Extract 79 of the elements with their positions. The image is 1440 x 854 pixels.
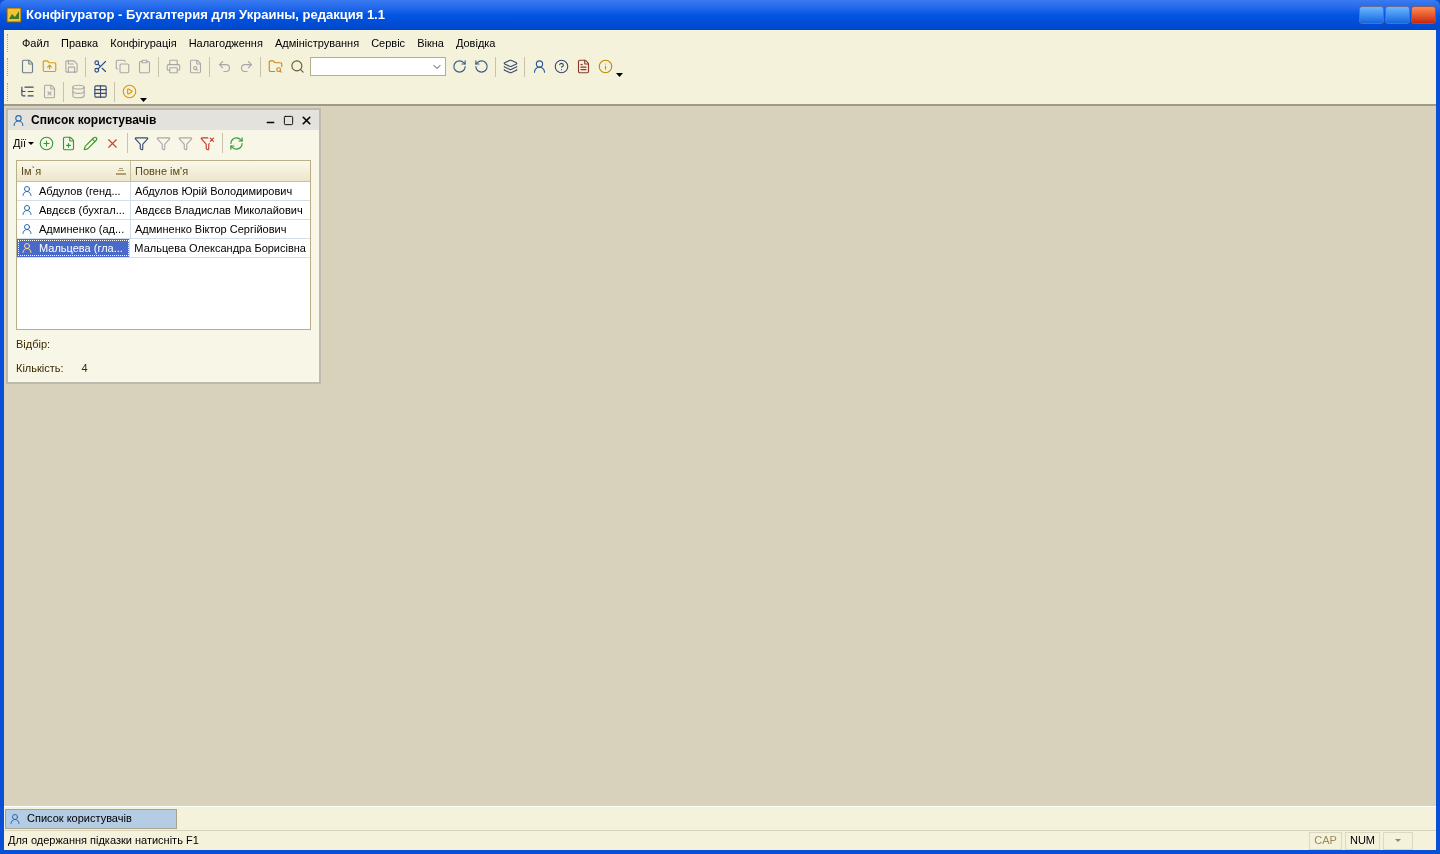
play-icon bbox=[121, 84, 137, 99]
add-icon bbox=[39, 135, 55, 151]
refresh-icon bbox=[229, 135, 245, 151]
copy-add-icon bbox=[61, 135, 77, 151]
tree-icon bbox=[19, 84, 35, 99]
table-icon bbox=[92, 84, 108, 99]
filter-icon bbox=[134, 135, 150, 151]
caret-icon bbox=[616, 72, 623, 77]
table-cell-text: Авдєєв Владислав Миколайович bbox=[134, 202, 304, 218]
caret-icon bbox=[1395, 839, 1401, 842]
windows-icon bbox=[502, 59, 518, 74]
table-cell-text: Мальцева (гла... bbox=[39, 240, 123, 256]
status-hint: Для одержання підказки натисніть F1 bbox=[7, 833, 200, 849]
table-cell-text: Админенко Віктор Сергійович bbox=[134, 221, 288, 237]
close-icon bbox=[299, 113, 313, 127]
save-icon bbox=[63, 59, 79, 74]
print-preview-icon bbox=[187, 59, 203, 74]
close-document-icon bbox=[41, 84, 57, 99]
database-icon bbox=[70, 84, 86, 99]
maximize-icon bbox=[282, 114, 294, 126]
table-cell-text: Мальцева Олександра Борисівна bbox=[133, 240, 307, 256]
menu-item[interactable]: Вікна bbox=[411, 34, 450, 52]
table-row[interactable]: Абдулов (генд... Абдулов Юрій Володимирович bbox=[17, 182, 310, 201]
table-cell-text: Авдєєв (бухгал... bbox=[39, 202, 125, 218]
menu-item[interactable]: Сервіс bbox=[365, 34, 412, 52]
undo-icon bbox=[216, 59, 232, 74]
search-combo-field[interactable] bbox=[310, 57, 446, 76]
column-header[interactable]: Ім`я bbox=[17, 161, 131, 181]
filter-menu-icon bbox=[178, 135, 194, 151]
user-icon bbox=[9, 812, 21, 825]
count-value: 4 bbox=[81, 360, 88, 376]
count-label: Кількість: bbox=[16, 360, 64, 376]
window-tab[interactable]: Список користувачів bbox=[5, 808, 177, 829]
menu-item[interactable]: Файл bbox=[16, 34, 56, 52]
filter-icon bbox=[156, 135, 172, 151]
actions-menu-button[interactable]: Дії bbox=[11, 133, 36, 153]
scissors-icon bbox=[92, 59, 108, 74]
column-header[interactable]: Повне ім'я bbox=[131, 161, 310, 181]
clipboard-icon bbox=[136, 59, 152, 74]
edit-icon bbox=[83, 135, 99, 151]
user-icon bbox=[21, 242, 33, 254]
copy-icon bbox=[114, 59, 130, 74]
table-row[interactable]: Авдєєв (бухгал... Авдєєв Владислав Миколайович bbox=[17, 201, 310, 220]
menu-item[interactable]: Адміністрування bbox=[268, 34, 366, 52]
document-icon bbox=[575, 59, 591, 74]
caret-icon bbox=[27, 141, 34, 145]
search-icon bbox=[289, 59, 305, 74]
app-icon bbox=[6, 7, 22, 23]
user-icon bbox=[12, 113, 25, 127]
status-indicator: CAP bbox=[1309, 831, 1342, 850]
new-document-icon bbox=[19, 59, 35, 74]
user-icon bbox=[21, 223, 33, 235]
folder-search-icon bbox=[267, 59, 283, 74]
find-previous-icon bbox=[473, 59, 489, 74]
menu-item[interactable]: Налагодження bbox=[182, 34, 269, 52]
menu-item[interactable]: Довідка bbox=[449, 34, 502, 52]
user-icon bbox=[531, 59, 547, 74]
table-cell-text: Абдулов Юрій Володимирович bbox=[134, 183, 294, 199]
table-cell-text: Абдулов (генд... bbox=[39, 183, 121, 199]
sort-icon bbox=[116, 167, 126, 175]
filter-label: Відбір: bbox=[16, 337, 52, 352]
window-title: Конфігуратор - Бухгалтерия для Украины, редакция 1.1 bbox=[26, 6, 386, 25]
folder-icon bbox=[41, 59, 57, 74]
child-window-title: Список користувачів bbox=[31, 112, 158, 129]
redo-icon bbox=[238, 59, 254, 74]
help-icon bbox=[553, 59, 569, 74]
find-next-icon bbox=[451, 59, 467, 74]
menu-item[interactable]: Конфігурація bbox=[104, 34, 183, 52]
status-indicator: NUM bbox=[1344, 831, 1380, 850]
user-icon bbox=[21, 204, 33, 216]
status-dropdown[interactable] bbox=[1383, 831, 1413, 850]
table-cell-text: Админенко (ад... bbox=[39, 221, 125, 237]
user-icon bbox=[21, 185, 33, 197]
printer-icon bbox=[165, 59, 181, 74]
table-row[interactable]: Мальцева (гла... Мальцева Олександра Борисівна bbox=[17, 239, 310, 258]
info-icon bbox=[597, 59, 613, 74]
filter-clear-icon bbox=[200, 135, 216, 151]
menu-item[interactable]: Правка bbox=[55, 34, 105, 52]
caret-icon bbox=[140, 97, 147, 102]
